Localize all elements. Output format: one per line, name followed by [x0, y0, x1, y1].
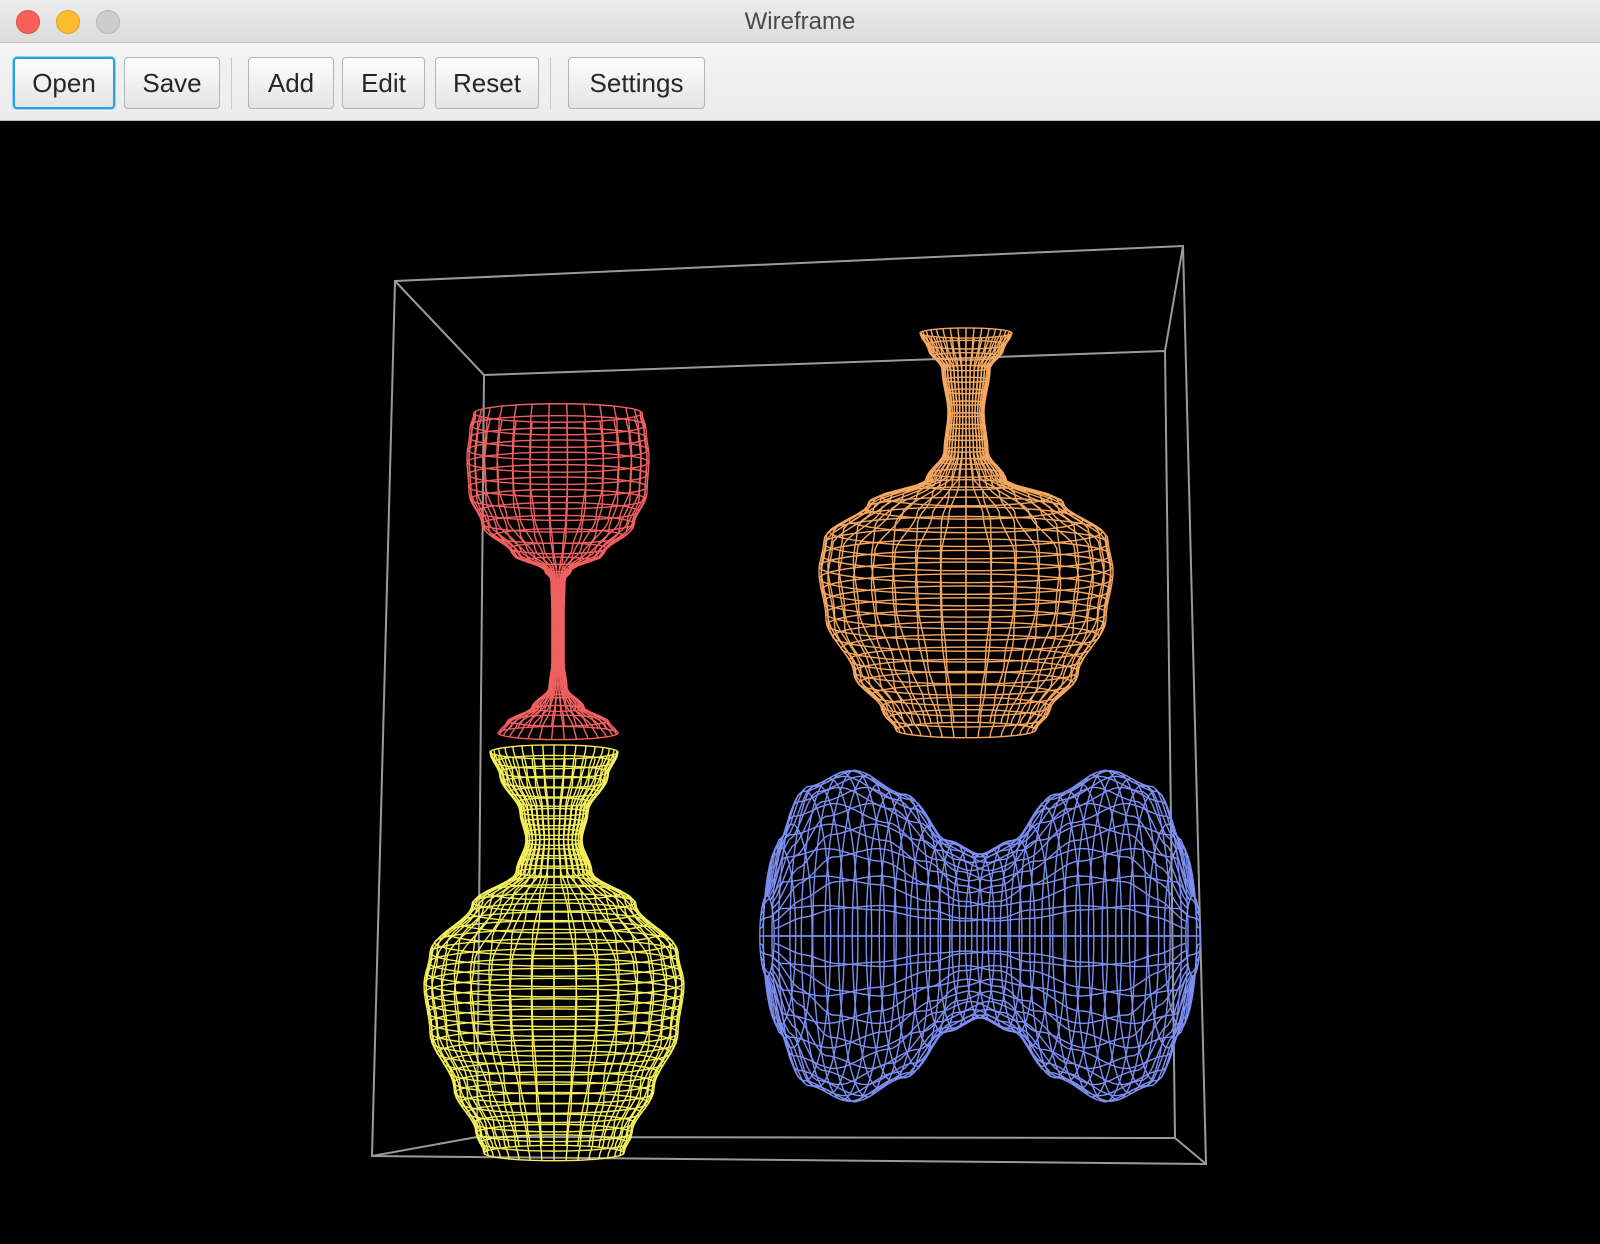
wireframe-ring: [467, 463, 649, 486]
bounding-box-front-face: [370, 244, 1208, 1166]
window-title: Wireframe: [744, 8, 856, 35]
wireframe-meridian: [759, 949, 1187, 997]
wireframe-ring: [508, 542, 608, 555]
open-button[interactable]: Open: [13, 57, 115, 109]
reset-button[interactable]: Reset: [435, 57, 539, 109]
add-button[interactable]: Add: [248, 57, 334, 109]
wireframe-canvas[interactable]: [0, 121, 1600, 1244]
wireframe-meridian: [496, 419, 555, 739]
wireframe-viewport[interactable]: [0, 121, 1600, 1244]
bounding-box-edge: [1164, 245, 1184, 352]
wireframe-meridian: [759, 875, 1187, 923]
wireframe-ring: [481, 514, 635, 533]
wireframe-ring: [469, 414, 647, 436]
toolbar-separator: [231, 57, 232, 109]
app-window: Wireframe Open Save Add Edit Reset Setti…: [0, 0, 1600, 1244]
bounding-box: [370, 244, 1208, 1166]
bounding-box-edge: [1174, 1137, 1207, 1165]
save-button[interactable]: Save: [124, 57, 220, 109]
orange-vase-wireframe: [818, 327, 1114, 739]
wireframe-ring: [466, 439, 650, 461]
wireframe-meridian: [563, 414, 648, 735]
wireframe-meridian: [773, 875, 1201, 923]
wireframe-ring: [466, 451, 650, 473]
toolbar-separator: [550, 57, 551, 109]
wine-glass-wireframe: [466, 403, 650, 741]
wireframe-meridian: [577, 755, 668, 1157]
wireframe-meridian: [971, 328, 1018, 723]
bounding-box-edge: [394, 280, 485, 376]
wireframe-meridian: [563, 412, 650, 734]
yellow-vase-wireframe: [423, 744, 685, 1162]
wireframe-meridian: [466, 412, 553, 734]
title-bar[interactable]: Wireframe: [0, 0, 1600, 43]
wireframe-meridian: [440, 755, 531, 1157]
wireframe-meridian: [561, 419, 620, 739]
edit-button[interactable]: Edit: [342, 57, 425, 109]
settings-button[interactable]: Settings: [568, 57, 705, 109]
toolbar: Open Save Add Edit Reset Settings: [0, 43, 1600, 121]
wireframe-ring: [468, 476, 648, 498]
wireframe-meridian: [914, 328, 961, 723]
blue-hourglass-wireframe: [759, 769, 1201, 1103]
bounding-box-edge: [371, 1136, 478, 1157]
wireframe-meridian: [562, 409, 642, 731]
wireframe-meridian: [474, 409, 554, 731]
wireframe-ring: [468, 427, 648, 449]
wireframe-ring: [491, 528, 625, 545]
wireframe-meridian: [773, 949, 1201, 997]
